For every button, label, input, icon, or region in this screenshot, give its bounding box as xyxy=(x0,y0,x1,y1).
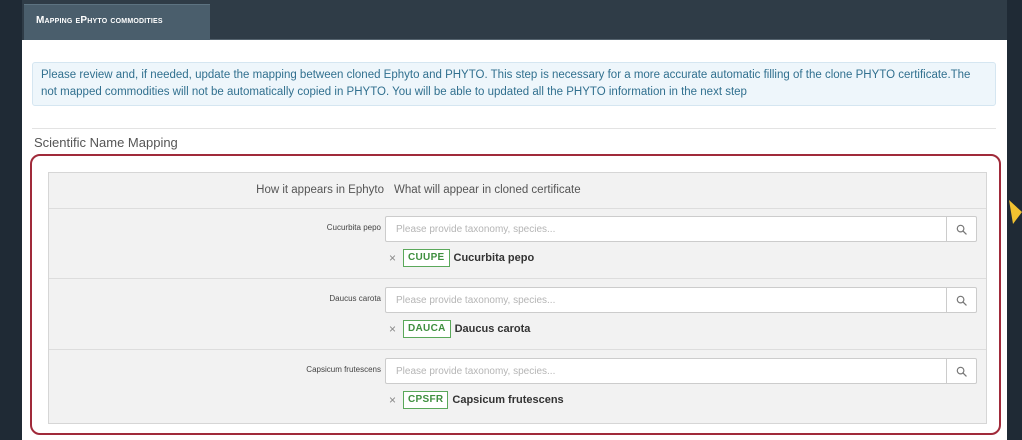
section-title: Scientific Name Mapping xyxy=(34,135,178,150)
commodity-name: Cucurbita pepo xyxy=(453,252,535,264)
commodity-name: Capsicum frutescens xyxy=(452,394,564,406)
pointer-arrow-icon xyxy=(1009,200,1022,224)
window-frame-left xyxy=(0,0,22,440)
close-icon[interactable]: × xyxy=(389,323,399,335)
taxonomy-search-input[interactable] xyxy=(386,288,946,312)
row-label: Capsicum frutescens xyxy=(306,365,381,374)
search-button[interactable] xyxy=(946,359,976,383)
info-text-line-2: not mapped commodities will not be autom… xyxy=(41,86,747,98)
selected-commodity: × CUUPE Cucurbita pepo xyxy=(389,249,534,267)
taxonomy-search-field xyxy=(385,216,977,242)
selected-commodity: × CPSFR Capsicum frutescens xyxy=(389,391,564,409)
close-icon[interactable]: × xyxy=(389,252,399,264)
table-header: How it appears in Ephyto What will appea… xyxy=(49,173,986,209)
tab-mapping-ephyto-commodities[interactable]: Mapping ePhyto commodities xyxy=(24,4,210,40)
eppo-code-badge: DAUCA xyxy=(403,320,451,338)
eppo-code-badge: CUUPE xyxy=(403,249,450,267)
table-row: Cucurbita pepo × CUUPE Cucurbita pepo xyxy=(49,209,986,279)
search-icon xyxy=(956,366,967,377)
search-icon xyxy=(956,224,967,235)
main-content: Please review and, if needed, update the… xyxy=(22,40,1007,440)
mapping-table: How it appears in Ephyto What will appea… xyxy=(48,172,987,424)
search-button[interactable] xyxy=(946,288,976,312)
taxonomy-search-field xyxy=(385,287,977,313)
commodity-name: Daucus carota xyxy=(454,323,531,335)
eppo-code-badge: CPSFR xyxy=(403,391,449,409)
close-icon[interactable]: × xyxy=(389,394,399,406)
taxonomy-search-field xyxy=(385,358,977,384)
info-alert: Please review and, if needed, update the… xyxy=(32,62,996,106)
header-cloned-certificate: What will appear in cloned certificate xyxy=(394,184,581,196)
row-label: Daucus carota xyxy=(329,294,381,303)
section-divider xyxy=(32,128,996,129)
taxonomy-search-input[interactable] xyxy=(386,359,946,383)
table-row: Daucus carota × DAUCA Daucus carota xyxy=(49,280,986,350)
table-row: Capsicum frutescens × CPSFR Capsicum fru… xyxy=(49,351,986,421)
search-icon xyxy=(956,295,967,306)
selected-commodity: × DAUCA Daucus carota xyxy=(389,320,530,338)
header-ephyto: How it appears in Ephyto xyxy=(256,184,384,196)
row-label: Cucurbita pepo xyxy=(326,223,381,232)
info-text-line-1: Please review and, if needed, update the… xyxy=(41,69,971,81)
taxonomy-search-input[interactable] xyxy=(386,217,946,241)
search-button[interactable] xyxy=(946,217,976,241)
